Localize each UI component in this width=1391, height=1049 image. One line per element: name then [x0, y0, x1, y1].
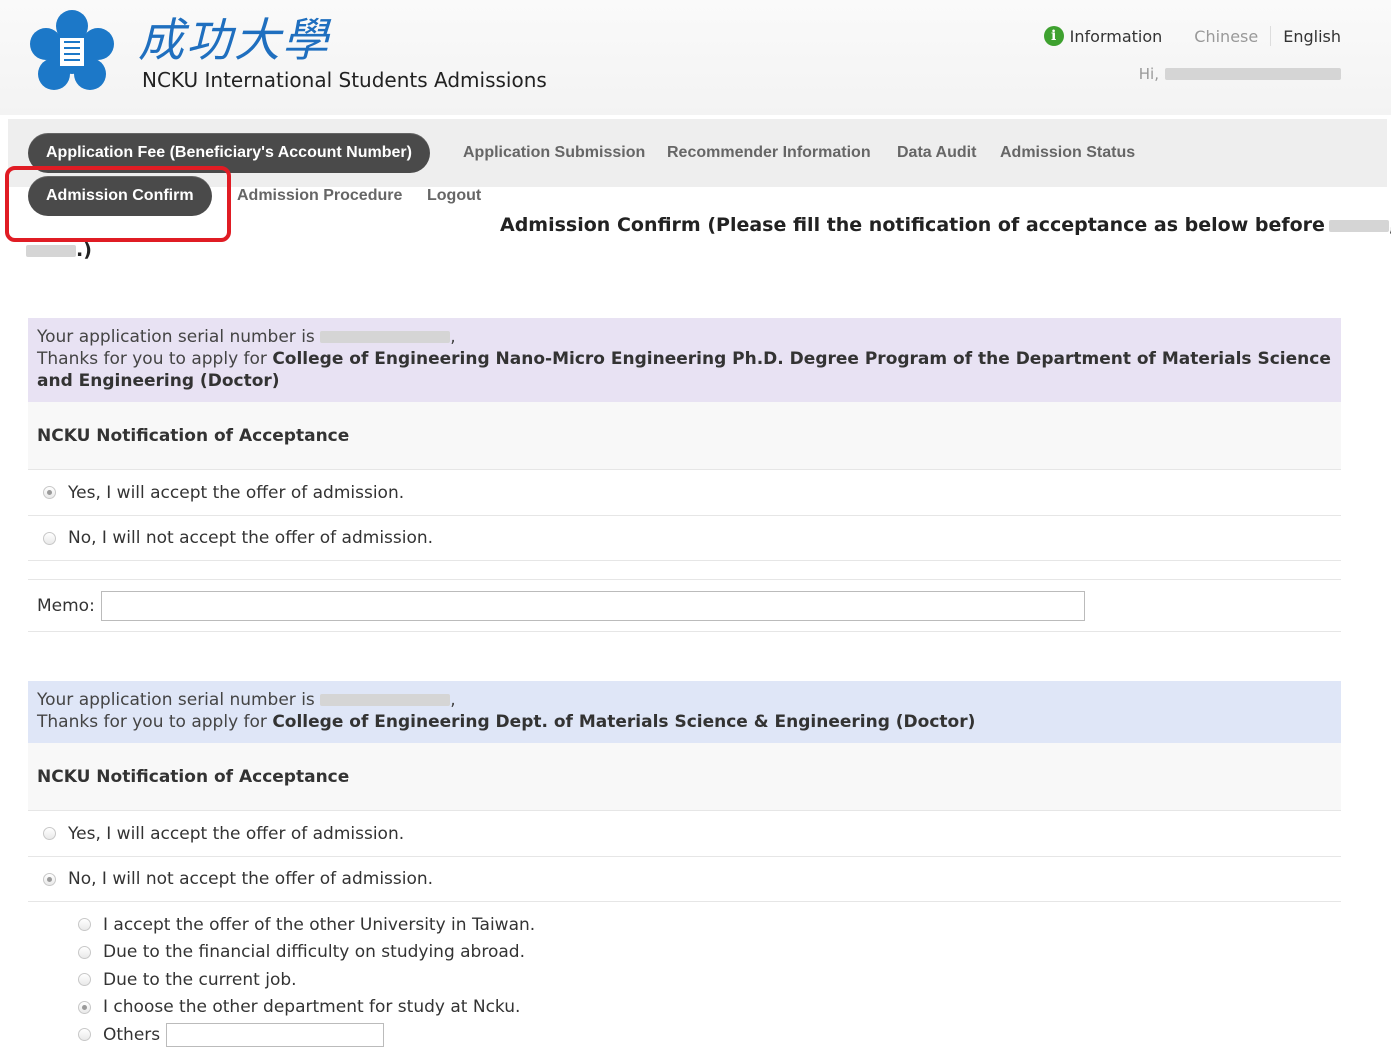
- reason-item[interactable]: I choose the other department for study …: [28, 994, 1341, 1022]
- accept-label: Yes, I will accept the offer of admissio…: [68, 482, 405, 503]
- nav-item-application-submission[interactable]: Application Submission: [463, 133, 645, 173]
- page-header: 成功大學 NCKU International Students Admissi…: [0, 0, 1391, 115]
- nav-item-recommender-information[interactable]: Recommender Information: [667, 133, 871, 173]
- others-input[interactable]: [166, 1022, 385, 1047]
- reason-label: Due to the financial difficulty on study…: [103, 942, 525, 963]
- application-panel-2: Your application serial number is , Than…: [28, 681, 1341, 1049]
- reason-item[interactable]: Others: [28, 1021, 1341, 1049]
- highlight-box: [5, 166, 231, 242]
- program-line: Thanks for you to apply for College of E…: [37, 711, 1332, 733]
- section-title: NCKU Notification of Acceptance: [28, 743, 1341, 811]
- user-greeting: Hi,: [1139, 65, 1341, 83]
- decline-reasons: I accept the offer of the other Universi…: [28, 902, 1341, 1049]
- option-decline-row[interactable]: No, I will not accept the offer of admis…: [28, 857, 1341, 902]
- decline-label: No, I will not accept the offer of admis…: [68, 869, 434, 889]
- section-title: NCKU Notification of Acceptance: [28, 402, 1341, 470]
- reason-item[interactable]: Due to the current job.: [28, 966, 1341, 994]
- reason-radio[interactable]: [78, 945, 91, 959]
- serial-line: Your application serial number is ,: [37, 690, 456, 710]
- redacted-year: [26, 244, 76, 257]
- decline-label: No, I will not accept the offer of admis…: [68, 528, 434, 548]
- reason-radio[interactable]: [78, 973, 91, 987]
- page-heading: Admission Confirm (Please fill the notif…: [500, 214, 1391, 236]
- information-icon[interactable]: i: [1043, 26, 1064, 46]
- reason-radio[interactable]: [78, 1000, 91, 1014]
- option-accept-row[interactable]: Yes, I will accept the offer of admissio…: [28, 811, 1341, 857]
- application-header: Your application serial number is , Than…: [28, 681, 1341, 743]
- page-heading-text: Admission Confirm (Please fill the notif…: [500, 214, 1325, 236]
- reason-label: I accept the offer of the other Universi…: [103, 914, 536, 935]
- decline-radio[interactable]: [43, 872, 56, 886]
- memo-input[interactable]: [100, 590, 1085, 621]
- language-english-link[interactable]: English: [1283, 27, 1341, 46]
- serial-label: Your application serial number is: [37, 690, 315, 710]
- reason-label: Others: [103, 1024, 161, 1045]
- program-line: Thanks for you to apply for College of E…: [37, 348, 1332, 392]
- accept-label: Yes, I will accept the offer of admissio…: [68, 823, 405, 844]
- redacted-serial-number: [320, 331, 451, 343]
- nav-item-admission-status[interactable]: Admission Status: [1000, 133, 1135, 173]
- thanks-label: Thanks for you to apply for: [37, 712, 267, 732]
- language-chinese-link[interactable]: Chinese: [1194, 27, 1258, 46]
- accept-radio[interactable]: [43, 486, 56, 499]
- top-links: i Information Chinese English: [1043, 26, 1341, 46]
- accept-radio[interactable]: [43, 827, 56, 840]
- greeting-label: Hi,: [1138, 65, 1159, 83]
- application-panel-1: Your application serial number is , Than…: [28, 318, 1341, 632]
- memo-label: Memo:: [37, 595, 95, 616]
- reason-label: I choose the other department for study …: [103, 997, 521, 1018]
- serial-line: Your application serial number is ,: [37, 327, 456, 347]
- option-accept-row[interactable]: Yes, I will accept the offer of admissio…: [28, 470, 1341, 516]
- option-decline-row[interactable]: No, I will not accept the offer of admis…: [28, 516, 1341, 561]
- reason-radio[interactable]: [78, 1028, 91, 1042]
- page-heading-continuation: .): [26, 239, 92, 261]
- nav-item-logout[interactable]: Logout: [427, 176, 481, 216]
- thanks-label: Thanks for you to apply for: [37, 349, 267, 369]
- language-divider: [1270, 26, 1272, 46]
- site-title: NCKU International Students Admissions: [142, 68, 547, 92]
- redacted-serial-number: [320, 694, 451, 706]
- redacted-date: [1328, 219, 1389, 232]
- information-link[interactable]: Information: [1070, 27, 1163, 46]
- program-name: College of Engineering Dept. of Material…: [272, 712, 976, 732]
- memo-row: Memo:: [28, 580, 1341, 632]
- page-heading-tail: .): [76, 239, 92, 261]
- decline-radio[interactable]: [43, 531, 56, 545]
- reason-label: Due to the current job.: [103, 969, 297, 990]
- nav-item-data-audit[interactable]: Data Audit: [897, 133, 976, 173]
- ncku-logo-icon: [30, 10, 114, 90]
- nav-item-admission-procedure[interactable]: Admission Procedure: [237, 176, 402, 216]
- redacted-username: [1165, 68, 1341, 80]
- logo-wordmark: 成功大學: [138, 13, 330, 67]
- reason-item[interactable]: Due to the financial difficulty on study…: [28, 939, 1341, 967]
- reason-radio[interactable]: [78, 918, 91, 932]
- spacer-row: [28, 561, 1341, 580]
- serial-label: Your application serial number is: [37, 327, 315, 347]
- application-header: Your application serial number is , Than…: [28, 318, 1341, 402]
- reason-item[interactable]: I accept the offer of the other Universi…: [28, 911, 1341, 939]
